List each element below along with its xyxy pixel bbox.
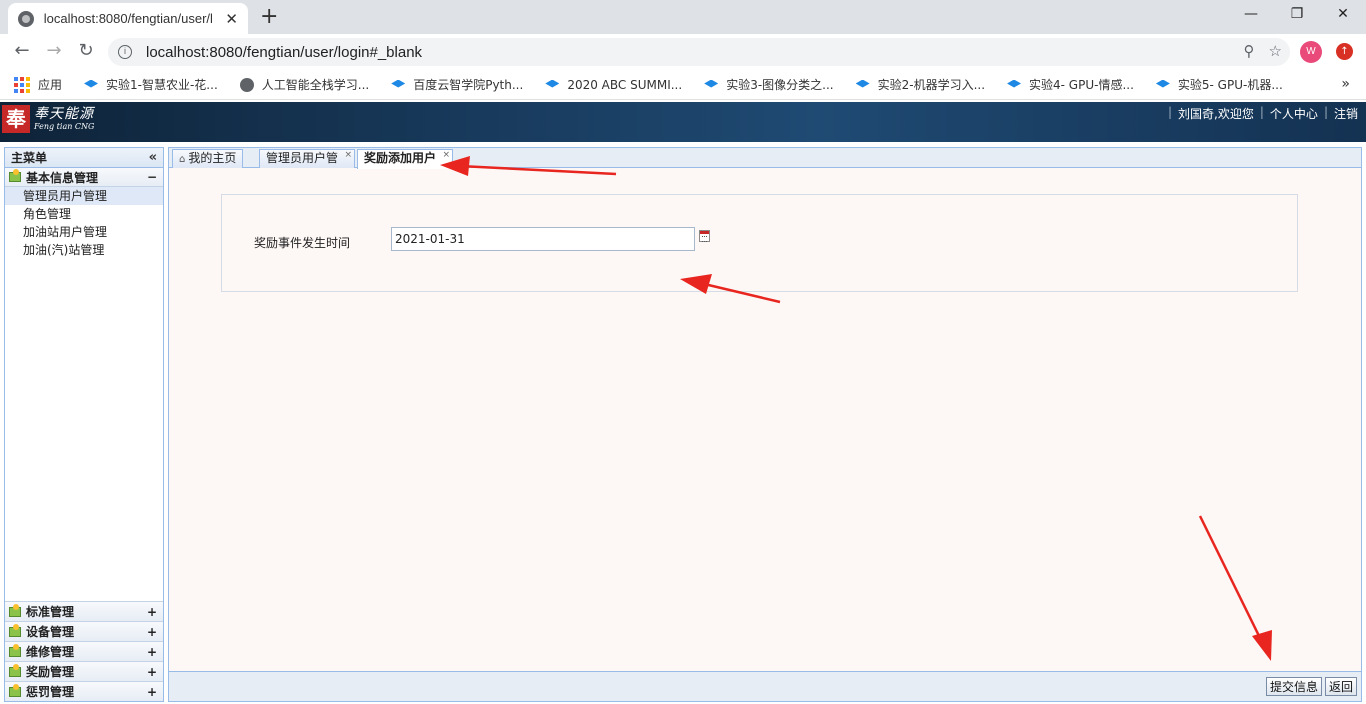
bookmark-item[interactable]: 实验3-图像分类之...	[704, 76, 834, 93]
sidebar-section-rewards[interactable]: 奖励管理 +	[5, 661, 163, 681]
course-icon	[855, 79, 870, 88]
globe-icon	[239, 77, 254, 92]
bookmark-item[interactable]: 百度云智学院Pyth...	[391, 76, 523, 93]
apps-grid-icon	[14, 76, 30, 93]
expand-section-icon[interactable]: +	[147, 685, 157, 699]
sidebar-section-penalties[interactable]: 惩罚管理 +	[5, 681, 163, 701]
sidebar-section-standards[interactable]: 标准管理 +	[5, 601, 163, 621]
expand-section-icon[interactable]: +	[147, 605, 157, 619]
sidebar-section-basic-info[interactable]: 基本信息管理 −	[5, 168, 163, 187]
reward-time-input[interactable]	[391, 227, 695, 251]
folder-icon	[9, 683, 21, 697]
reward-time-label: 奖励事件发生时间	[254, 236, 351, 250]
address-bar[interactable]: i localhost:8080/fengtian/user/login#_bl…	[108, 38, 1290, 66]
bookmark-apps[interactable]: 应用	[14, 76, 62, 93]
tab-reward-add-user[interactable]: 奖励添加用户 ×	[357, 147, 454, 169]
folder-icon	[9, 643, 21, 657]
course-icon	[704, 79, 719, 88]
bookmarks-more-icon[interactable]: »	[1341, 76, 1350, 92]
profile-avatar[interactable]: W	[1300, 41, 1322, 63]
profile-link[interactable]: 个人中心	[1270, 105, 1318, 122]
browser-tabstrip: localhost:8080/fengtian/user/l ✕ + — ❐ ✕	[0, 0, 1366, 34]
logout-link[interactable]: 注销	[1334, 105, 1358, 122]
browser-toolbar: ← → ↻ i localhost:8080/fengtian/user/log…	[0, 34, 1366, 70]
content-tab-bar: ⌂ 我的主页 管理员用户管 × 奖励添加用户 ×	[169, 147, 1361, 169]
new-tab-button[interactable]: +	[260, 4, 278, 29]
course-icon	[1007, 79, 1022, 88]
sidebar-title: 主菜单	[11, 151, 48, 165]
sidebar: 主菜单 « 基本信息管理 − 管理员用户管理 角色管理 加油站用户管理 加油(汽…	[4, 147, 164, 702]
bookmark-item[interactable]: 人工智能全栈学习...	[239, 76, 369, 93]
omnibox-actions: ⚲ ☆	[1244, 42, 1282, 60]
submit-button[interactable]: 提交信息	[1266, 677, 1323, 696]
bookmark-item[interactable]: 实验5- GPU-机器...	[1155, 76, 1283, 93]
tab-home[interactable]: ⌂ 我的主页	[172, 149, 244, 168]
back-arrow-icon[interactable]: ←	[10, 40, 34, 61]
bookmark-item[interactable]: 实验4- GPU-情感...	[1007, 76, 1134, 93]
logo-mark: 奉	[2, 105, 30, 133]
window-controls: — ❐ ✕	[1228, 0, 1366, 30]
close-window-button[interactable]: ✕	[1320, 0, 1366, 30]
sidebar-item-admin-users[interactable]: 管理员用户管理	[5, 187, 163, 205]
home-icon: ⌂	[179, 154, 186, 165]
sidebar-item-station-users[interactable]: 加油站用户管理	[5, 223, 163, 241]
zoom-icon[interactable]: ⚲	[1244, 42, 1255, 60]
calendar-icon[interactable]	[699, 230, 710, 242]
sidebar-collapsed-sections: 标准管理 + 设备管理 + 维修管理 + 奖励管理 + 惩罚管理 +	[5, 601, 163, 701]
close-tab-icon[interactable]: ×	[344, 147, 352, 164]
tab-admin-users[interactable]: 管理员用户管 ×	[259, 147, 356, 168]
course-icon	[391, 79, 406, 88]
browser-tab-title: localhost:8080/fengtian/user/l	[43, 11, 213, 26]
folder-icon	[9, 169, 21, 182]
form-footer: 提交信息 返回	[169, 671, 1361, 701]
maximize-button[interactable]: ❐	[1274, 0, 1320, 30]
sidebar-section-equipment[interactable]: 设备管理 +	[5, 621, 163, 641]
close-tab-icon[interactable]: ✕	[225, 10, 238, 28]
course-icon	[1155, 79, 1170, 88]
folder-icon	[9, 663, 21, 677]
logo-name: 奉天能源	[34, 106, 94, 122]
course-icon	[84, 79, 99, 88]
main-panel: ⌂我的主页 管理员用户管 × 奖励添加用户 × 奖励事件发生时间 提交信息 返回	[168, 147, 1362, 702]
company-logo: 奉 奉天能源 Feng tian CNG	[2, 105, 94, 133]
back-button[interactable]: 返回	[1325, 677, 1358, 696]
course-icon	[545, 79, 560, 88]
bookmark-item[interactable]: 实验2-机器学习入...	[855, 76, 985, 93]
folder-icon	[9, 623, 21, 637]
user-links: | 刘国奇,欢迎您 | 个人中心 | 注销	[1168, 105, 1358, 122]
bookmark-star-icon[interactable]: ☆	[1269, 42, 1282, 60]
welcome-text: 刘国奇,欢迎您	[1178, 107, 1254, 121]
forward-arrow-icon[interactable]: →	[42, 40, 66, 61]
expand-section-icon[interactable]: +	[147, 645, 157, 659]
bookmark-item[interactable]: 2020 ABC SUMMI...	[545, 78, 682, 92]
folder-icon	[9, 603, 21, 617]
bookmark-item[interactable]: 实验1-智慧农业-花...	[84, 76, 218, 93]
extension-icon[interactable]: ↑	[1336, 43, 1353, 60]
info-icon[interactable]: i	[118, 45, 132, 59]
expand-section-icon[interactable]: +	[147, 625, 157, 639]
sidebar-item-roles[interactable]: 角色管理	[5, 205, 163, 223]
app-header: 奉 奉天能源 Feng tian CNG | 刘国奇,欢迎您 | 个人中心 | …	[0, 102, 1366, 142]
sidebar-item-stations[interactable]: 加油(汽)站管理	[5, 241, 163, 259]
expand-section-icon[interactable]: +	[147, 665, 157, 679]
reload-icon[interactable]: ↻	[74, 40, 98, 61]
close-tab-icon[interactable]: ×	[442, 147, 450, 164]
globe-icon	[18, 10, 34, 27]
bookmarks-bar: 应用 实验1-智慧农业-花... 人工智能全栈学习... 百度云智学院Pyth.…	[0, 70, 1366, 100]
url-text: localhost:8080/fengtian/user/login#_blan…	[146, 43, 423, 61]
browser-tab[interactable]: localhost:8080/fengtian/user/l ✕	[8, 3, 248, 34]
logo-subtitle: Feng tian CNG	[34, 122, 95, 131]
minimize-button[interactable]: —	[1228, 0, 1274, 30]
collapse-sidebar-icon[interactable]: «	[149, 150, 157, 165]
reward-form: 奖励事件发生时间	[221, 194, 1298, 292]
sidebar-section-maintenance[interactable]: 维修管理 +	[5, 641, 163, 661]
sidebar-header: 主菜单 «	[5, 148, 163, 168]
collapse-section-icon[interactable]: −	[147, 170, 157, 184]
